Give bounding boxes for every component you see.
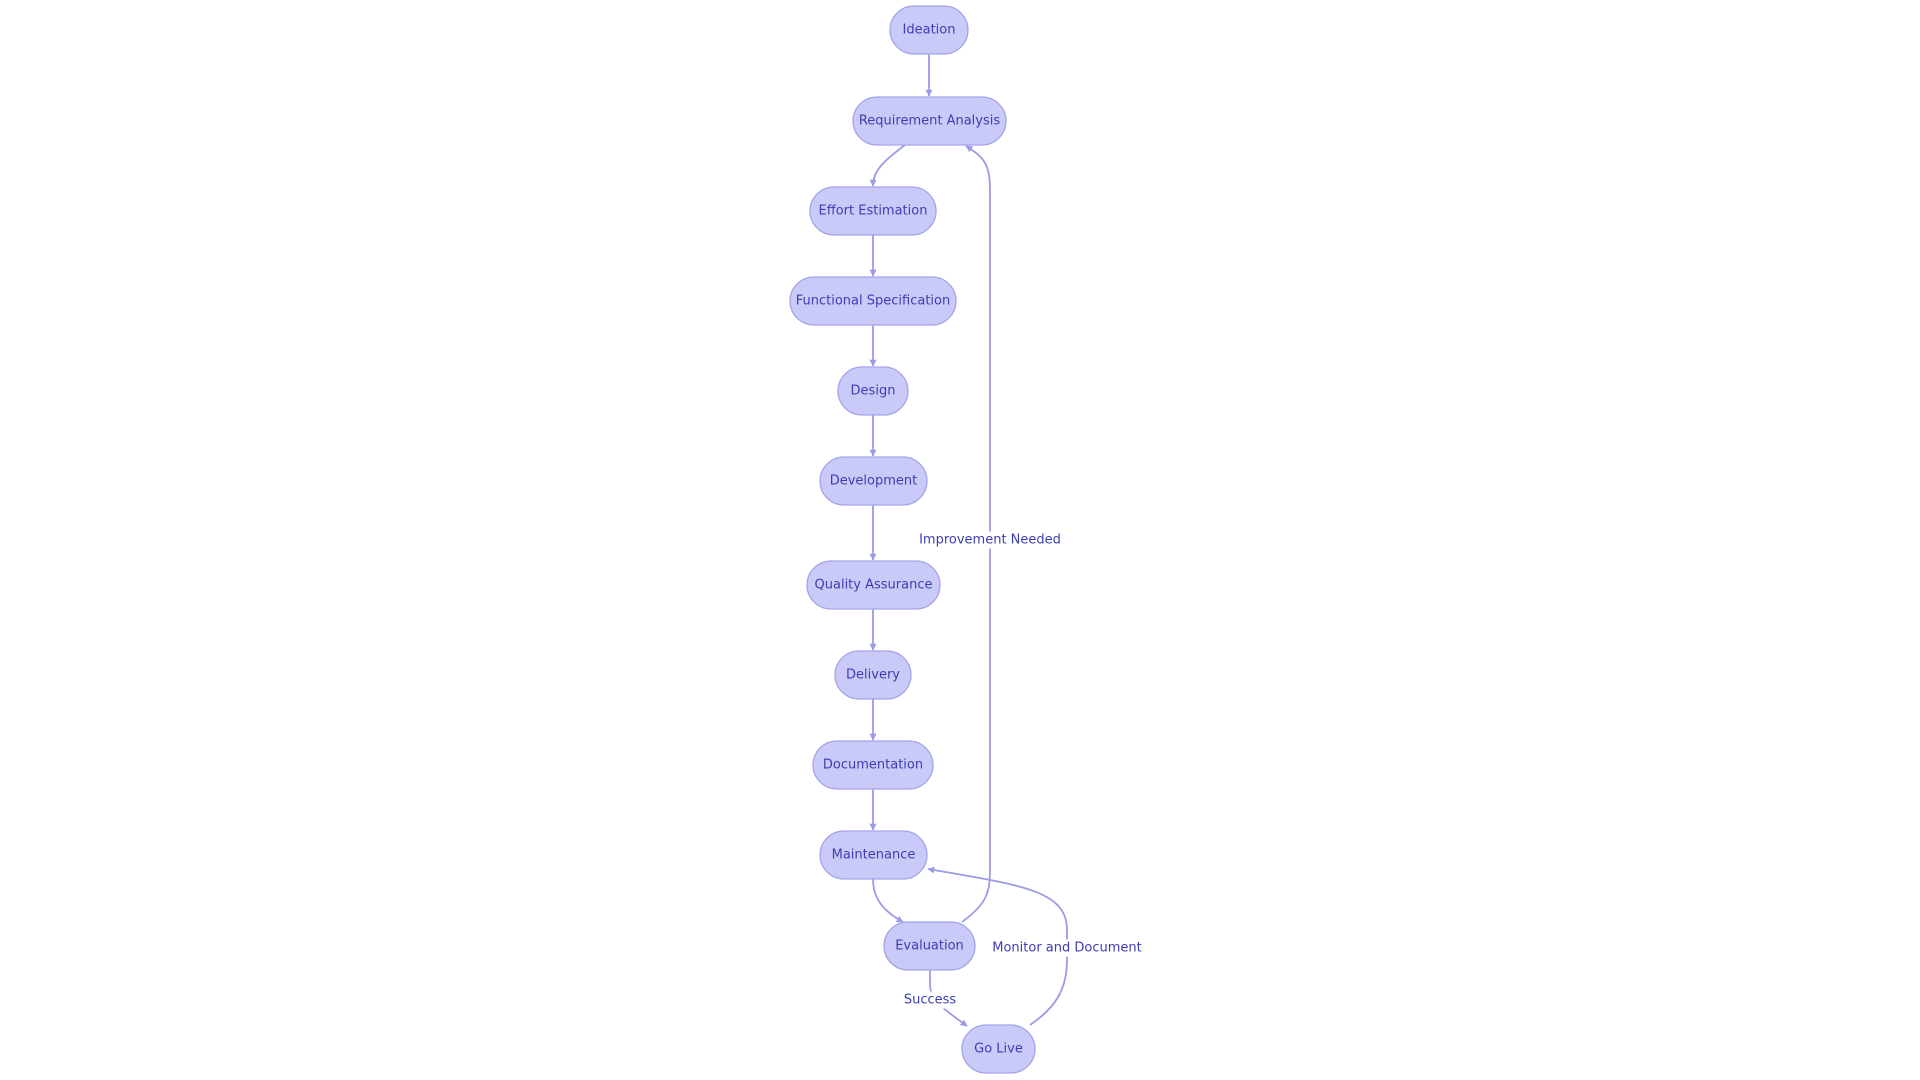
node-label: Effort Estimation [819, 204, 928, 219]
node-label: Documentation [823, 758, 923, 773]
node-label: Development [830, 474, 918, 489]
edge-label-text: Monitor and Document [992, 941, 1142, 956]
node-label: Go Live [974, 1042, 1023, 1057]
node-ideation: Ideation [889, 5, 969, 55]
node-label: Maintenance [832, 848, 916, 863]
edge-label-text: Success [904, 993, 957, 1008]
node-effort-estimation: Effort Estimation [809, 186, 937, 236]
node-label: Design [851, 384, 896, 399]
node-label: Requirement Analysis [859, 114, 1001, 129]
node-label: Functional Specification [796, 294, 950, 309]
edge-requirement-analysis-to-effort-estimation [869, 144, 906, 187]
node-design: Design [837, 366, 909, 416]
edge-label-success: Success [901, 991, 959, 1009]
node-quality-assurance: Quality Assurance [806, 560, 941, 610]
edge-maintenance-to-evaluation [872, 878, 904, 923]
node-label: Ideation [903, 23, 956, 38]
node-development: Development [819, 456, 928, 506]
node-label: Evaluation [895, 939, 964, 954]
node-functional-specification: Functional Specification [789, 276, 957, 326]
flowchart: Improvement Needed Success Monitor and Doc… [789, 5, 1144, 1074]
node-label: Delivery [846, 668, 900, 683]
node-evaluation: Evaluation [883, 921, 976, 971]
edge-label-monitor-and-document: Monitor and Document [990, 939, 1144, 957]
edge-label-improvement-needed: Improvement Needed [917, 531, 1063, 549]
node-documentation: Documentation [812, 740, 934, 790]
node-go-live: Go Live [961, 1024, 1036, 1074]
node-requirement-analysis: Requirement Analysis [852, 96, 1007, 146]
edge-label-text: Improvement Needed [919, 533, 1061, 548]
node-delivery: Delivery [834, 650, 912, 700]
node-label: Quality Assurance [815, 578, 933, 593]
node-maintenance: Maintenance [819, 830, 928, 880]
